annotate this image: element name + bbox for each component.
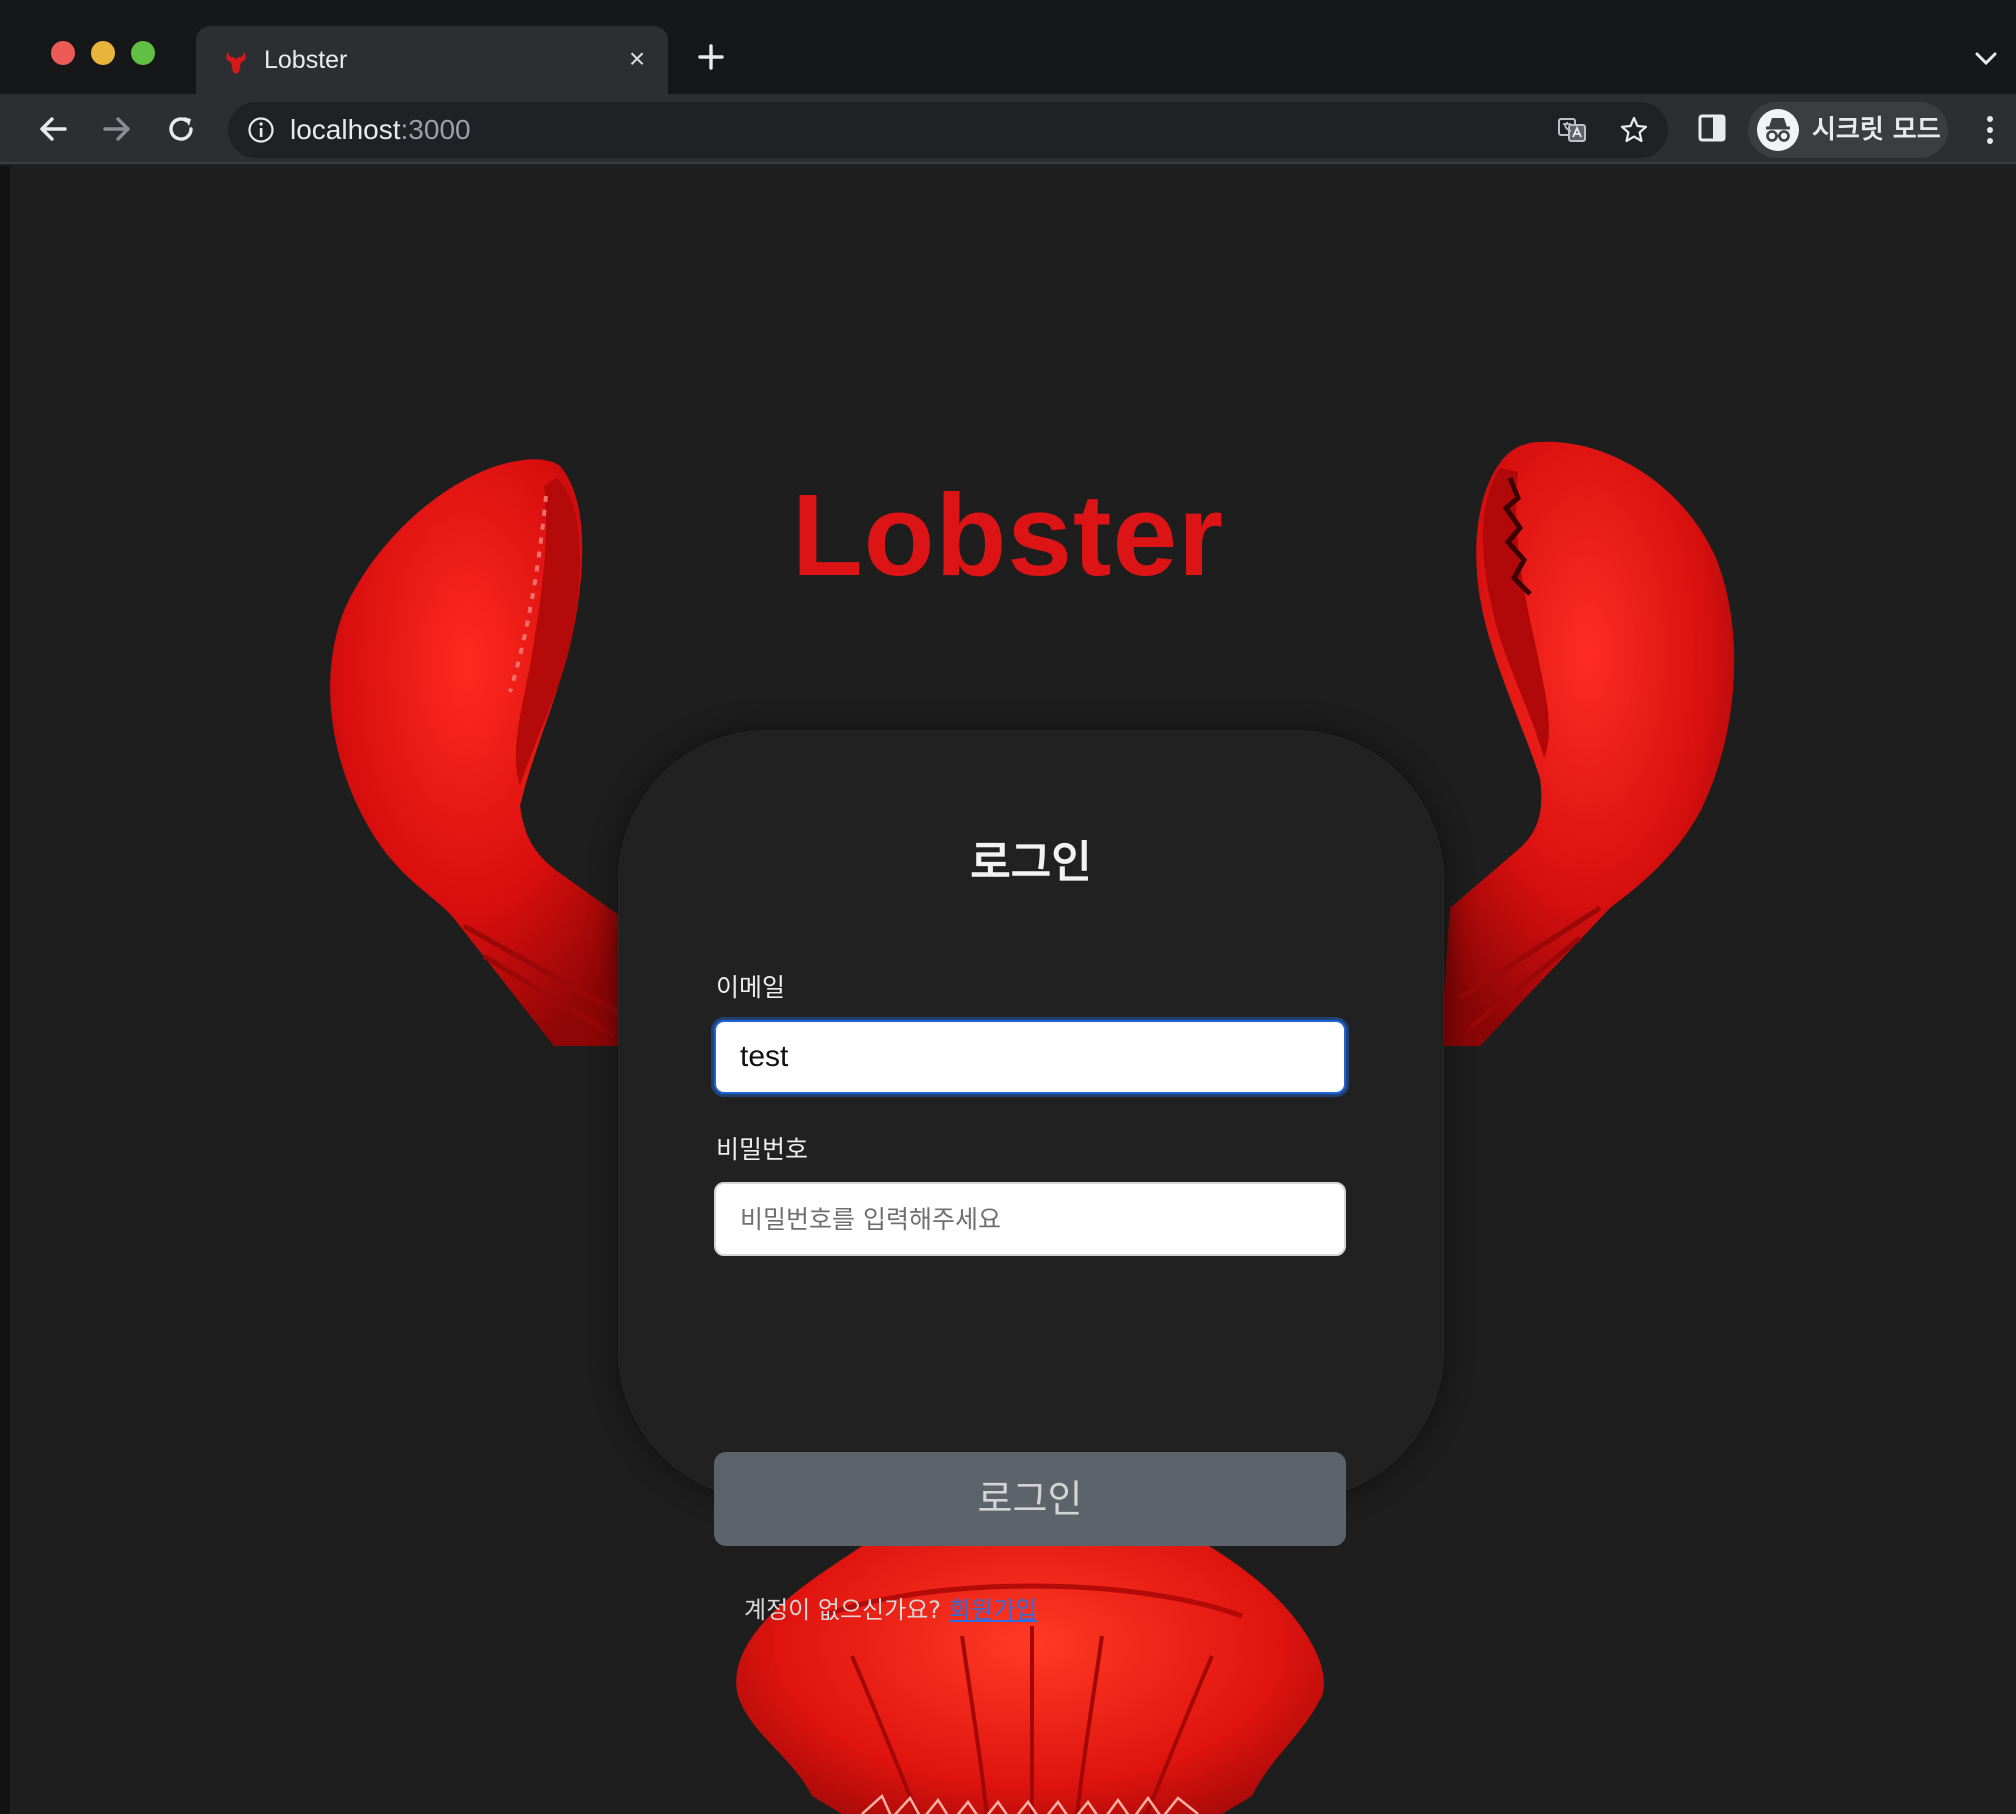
side-panel-icon[interactable] bbox=[1696, 112, 1728, 144]
address-bar[interactable]: localhost:3000 bbox=[228, 102, 1668, 158]
login-card: 로그인 이메일 비밀번호 로그인 계정이 없으신가요?회원가입 bbox=[618, 730, 1444, 1624]
tab-close-icon[interactable]: × bbox=[622, 44, 652, 74]
kebab-menu-icon[interactable] bbox=[1978, 110, 2002, 150]
url-port: :3000 bbox=[400, 114, 471, 145]
login-title: 로그인 bbox=[970, 837, 1092, 888]
plus-icon[interactable] bbox=[694, 40, 728, 74]
url-text: localhost:3000 bbox=[290, 114, 471, 146]
info-icon[interactable] bbox=[246, 115, 276, 145]
signup-row: 계정이 없으신가요? 회원가입 bbox=[744, 1590, 1037, 1625]
signup-link[interactable]: 회원가입 bbox=[949, 1596, 1037, 1624]
maximize-window-button[interactable] bbox=[131, 41, 155, 65]
close-window-button[interactable] bbox=[51, 41, 75, 65]
chevron-down-icon[interactable] bbox=[1972, 48, 2000, 68]
browser-window: Lobster × localhost:3000 시크릿 모드 Lobster … bbox=[0, 0, 2016, 1814]
minimize-window-button[interactable] bbox=[91, 41, 115, 65]
tab-title: Lobster bbox=[264, 46, 348, 74]
password-label: 비밀번호 bbox=[716, 1135, 809, 1164]
email-label: 이메일 bbox=[716, 973, 786, 1002]
title-bar: Lobster × bbox=[0, 0, 2016, 94]
arrow-right-icon[interactable] bbox=[98, 110, 136, 148]
browser-toolbar: localhost:3000 시크릿 모드 bbox=[0, 94, 2016, 164]
page-left-edge bbox=[0, 166, 10, 1814]
browser-tab[interactable]: Lobster × bbox=[196, 26, 668, 94]
incognito-icon bbox=[1757, 109, 1799, 151]
incognito-label: 시크릿 모드 bbox=[1812, 115, 1941, 145]
brand-title: Lobster bbox=[791, 470, 1225, 600]
arrow-left-icon[interactable] bbox=[34, 110, 72, 148]
signup-prompt: 계정이 없으신가요? bbox=[744, 1596, 942, 1624]
web-page: Lobster 로그인 이메일 비밀번호 로그인 계정이 없으신가요?회원가입 bbox=[0, 166, 2016, 1814]
reload-icon[interactable] bbox=[162, 110, 200, 148]
star-icon[interactable] bbox=[1618, 114, 1650, 146]
login-button[interactable]: 로그인 bbox=[714, 1452, 1346, 1546]
lobster-favicon-icon bbox=[226, 52, 246, 74]
password-field[interactable] bbox=[714, 1182, 1346, 1256]
incognito-indicator[interactable]: 시크릿 모드 bbox=[1748, 102, 1948, 158]
translate-icon[interactable] bbox=[1556, 114, 1588, 146]
url-host: localhost bbox=[290, 114, 401, 145]
email-field[interactable] bbox=[714, 1020, 1346, 1094]
